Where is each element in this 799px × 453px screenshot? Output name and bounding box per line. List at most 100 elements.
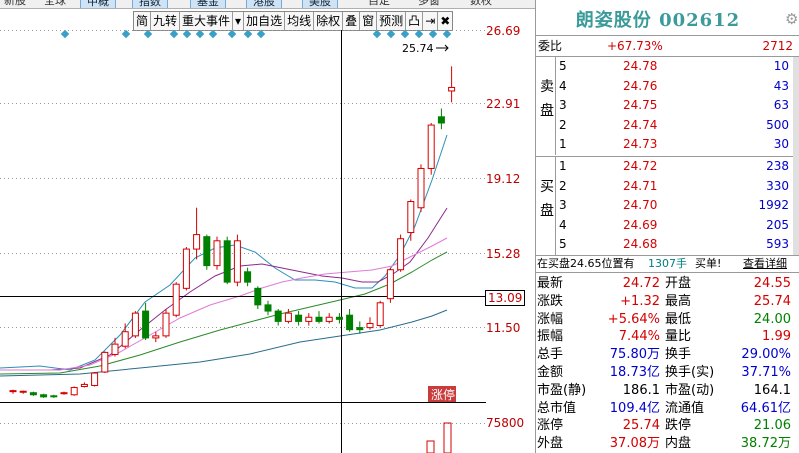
ask-level: 3: [559, 98, 567, 113]
tab-duochuang[interactable]: 多窗: [418, 0, 440, 7]
candle-body[interactable]: [335, 316, 343, 320]
candle-body[interactable]: [274, 310, 282, 322]
bid-row[interactable]: 4 24.69 205: [535, 216, 797, 235]
stat-row: 市盈(静) 186.1 市盈(动) 164.1: [535, 381, 797, 400]
stat-label: 内盘: [665, 436, 692, 452]
scrollbar[interactable]: [793, 57, 799, 255]
candle-body[interactable]: [19, 390, 27, 393]
candle-body[interactable]: [162, 312, 170, 337]
candle-body[interactable]: [407, 201, 415, 234]
candle-body[interactable]: [376, 302, 384, 327]
candle-body[interactable]: [233, 240, 241, 283]
candle-body[interactable]: [172, 283, 180, 316]
volume-bar: [443, 422, 452, 453]
candle-body[interactable]: [152, 335, 160, 339]
ask-row[interactable]: 1 24.73 30: [535, 135, 797, 154]
ask-row[interactable]: 4 24.76 43: [535, 77, 797, 96]
ask-level: 5: [559, 59, 567, 73]
ask-price: 24.76: [623, 78, 658, 93]
candle-body[interactable]: [437, 116, 445, 124]
tab-xingu[interactable]: 新股: [4, 0, 26, 7]
candle-body[interactable]: [325, 316, 333, 322]
candle-body[interactable]: [203, 236, 211, 267]
candle-body[interactable]: [101, 351, 109, 373]
stat-value: 25.74: [753, 293, 791, 309]
bid-row[interactable]: 2 24.71 330: [535, 177, 797, 196]
stat-row: 总手 75.80万 换手 29.00%: [535, 345, 797, 364]
high-marker-arrow-icon: [436, 44, 449, 52]
candle-body[interactable]: [182, 248, 190, 289]
stat-value: 37.08万: [609, 436, 660, 452]
candle-body[interactable]: [60, 392, 68, 395]
candle-body[interactable]: [284, 312, 292, 322]
candle-body[interactable]: [121, 331, 129, 347]
bid-price: 24.69: [623, 217, 658, 232]
candle-body[interactable]: [40, 394, 48, 398]
candle-body[interactable]: [397, 238, 405, 271]
bid-row[interactable]: 3 24.70 1992: [535, 196, 797, 215]
candle-body[interactable]: [264, 304, 272, 312]
candle-body[interactable]: [315, 316, 323, 322]
candle-body[interactable]: [427, 124, 435, 169]
candle-body[interactable]: [223, 240, 231, 283]
tab-ziding[interactable]: 自定: [368, 0, 390, 7]
crosshair-price-label: 13.09: [485, 290, 526, 306]
candle-body[interactable]: [305, 316, 313, 322]
stat-label: 最高: [665, 293, 692, 309]
stat-label: 最新: [537, 276, 564, 291]
candle-body[interactable]: [111, 343, 119, 355]
candle-body[interactable]: [448, 86, 456, 92]
tab-zhonggai[interactable]: 中概: [80, 0, 116, 8]
candle-body[interactable]: [50, 395, 58, 398]
candle-body[interactable]: [142, 310, 150, 339]
tab-meigu[interactable]: 美股: [302, 0, 338, 8]
weibi-value: +67.73%: [607, 39, 663, 53]
candle-body[interactable]: [254, 287, 262, 306]
stat-label: 涨停: [537, 418, 564, 434]
tab-ganggu[interactable]: 港股: [246, 0, 282, 8]
stat-label: 金额: [537, 365, 564, 380]
candle-body[interactable]: [29, 392, 37, 396]
price-tick-2: 22.91: [486, 97, 521, 111]
ask-row[interactable]: 3 24.75 63: [535, 96, 797, 115]
candle-body[interactable]: [386, 269, 394, 300]
candlestick-chart[interactable]: 25.74 涨停: [0, 30, 486, 402]
stat-row: 金额 18.73亿 换手(实) 37.71%: [535, 363, 797, 382]
candle-body[interactable]: [417, 167, 425, 209]
candle-body[interactable]: [295, 314, 303, 322]
ask-row[interactable]: 2 24.74 500: [535, 116, 797, 135]
ask-row[interactable]: 5 24.78 10: [535, 57, 797, 76]
candle-body[interactable]: [346, 314, 354, 331]
candle-body[interactable]: [356, 327, 364, 331]
stat-value: 75.80万: [609, 347, 660, 363]
gear-icon[interactable]: ⚙: [785, 10, 798, 28]
candle-body[interactable]: [9, 390, 17, 393]
candle-body[interactable]: [244, 271, 252, 283]
tab-quanqiu[interactable]: 全球: [44, 0, 66, 7]
candle-body[interactable]: [70, 387, 78, 396]
candle-body[interactable]: [131, 312, 139, 337]
ask-price: 24.74: [623, 117, 658, 132]
candle-body[interactable]: [193, 234, 201, 250]
tab-shuquan[interactable]: 数权: [470, 0, 492, 7]
weibi-label: 委比: [538, 39, 563, 53]
stat-value: 38.72万: [740, 436, 791, 452]
quote-panel: 朗姿股份 002612 ⚙ 委比 +67.73% 2712 卖 盘 5 24.78…: [535, 0, 799, 453]
bid-row[interactable]: 1 24.72 238: [535, 157, 797, 176]
grid-lines: [0, 30, 486, 328]
tab-zhishu[interactable]: 指数: [132, 0, 168, 8]
candle-body[interactable]: [91, 372, 99, 386]
bid-volume: 238: [766, 159, 789, 173]
stat-value: +1.32: [620, 293, 660, 309]
tab-jijin[interactable]: 基金: [190, 0, 226, 8]
candle-body[interactable]: [80, 383, 88, 387]
stock-code: 002612: [659, 10, 741, 31]
stat-label: 流通值: [665, 400, 705, 416]
stat-label: 最低: [665, 311, 692, 327]
candle-body[interactable]: [366, 322, 374, 329]
stat-value: 186.1: [622, 382, 660, 398]
stat-label: 振幅: [537, 329, 564, 345]
candle-body[interactable]: [213, 240, 221, 267]
view-details-link[interactable]: 查看详细: [743, 254, 787, 273]
bid-row[interactable]: 5 24.68 593: [535, 235, 797, 254]
